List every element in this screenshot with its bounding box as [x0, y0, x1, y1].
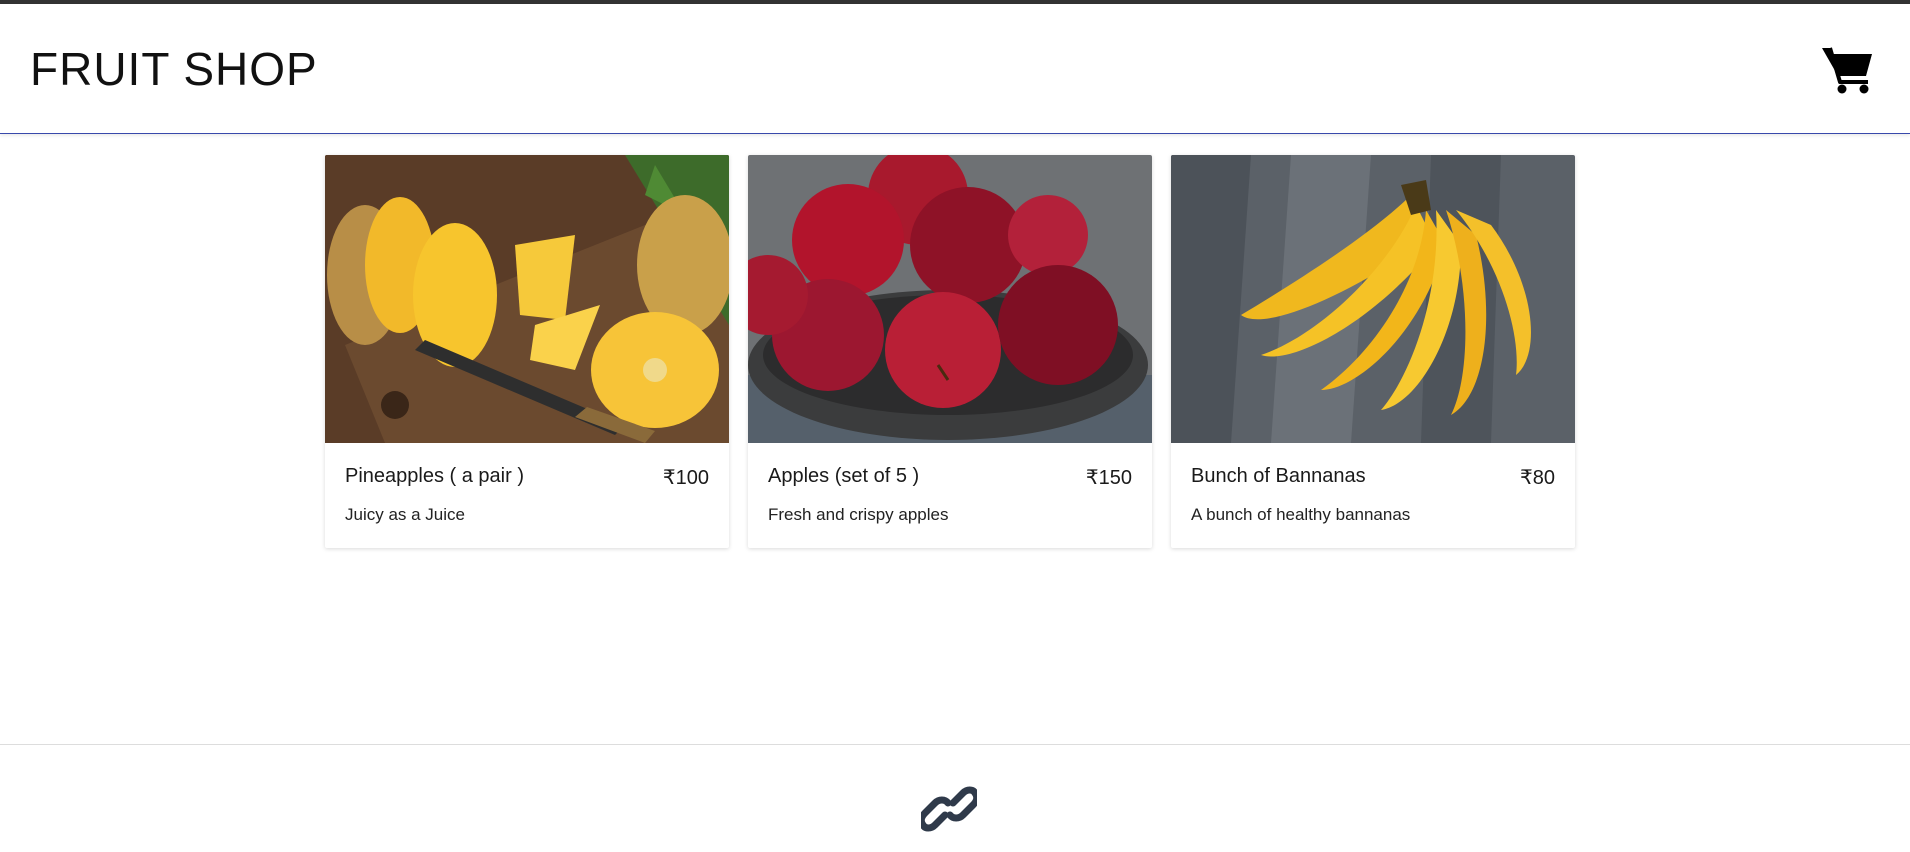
apples-photo	[748, 155, 1152, 443]
product-description: A bunch of healthy bannanas	[1191, 505, 1411, 524]
site-header: FRUIT SHOP	[0, 4, 1910, 134]
product-name: Pineapples ( a pair )	[345, 465, 524, 487]
product-description: Fresh and crispy apples	[768, 505, 949, 524]
link-icon[interactable]	[917, 785, 981, 833]
product-info: Bunch of Bannanas ₹80 A bunch of healthy…	[1171, 443, 1575, 548]
product-card-pineapples[interactable]: Pineapples ( a pair ) ₹100 Juicy as a Ju…	[325, 155, 729, 548]
product-info: Pineapples ( a pair ) ₹100 Juicy as a Ju…	[325, 443, 729, 548]
product-price: ₹100	[662, 467, 709, 489]
product-price: ₹150	[1085, 467, 1132, 489]
product-name: Apples (set of 5 )	[768, 465, 920, 487]
product-price: ₹80	[1520, 467, 1555, 489]
site-footer	[0, 744, 1910, 852]
product-grid: Pineapples ( a pair ) ₹100 Juicy as a Ju…	[325, 155, 1575, 555]
product-card-bananas[interactable]: Bunch of Bannanas ₹80 A bunch of healthy…	[1171, 155, 1575, 548]
product-info: Apples (set of 5 ) ₹150 Fresh and crispy…	[748, 443, 1152, 548]
shopping-cart-icon[interactable]	[1820, 44, 1876, 96]
page-title: FRUIT SHOP	[30, 43, 318, 95]
bananas-photo	[1171, 155, 1575, 443]
product-description: Juicy as a Juice	[345, 505, 465, 524]
product-name: Bunch of Bannanas	[1191, 465, 1366, 487]
pineapple-photo	[325, 155, 729, 443]
product-card-apples[interactable]: Apples (set of 5 ) ₹150 Fresh and crispy…	[748, 155, 1152, 548]
